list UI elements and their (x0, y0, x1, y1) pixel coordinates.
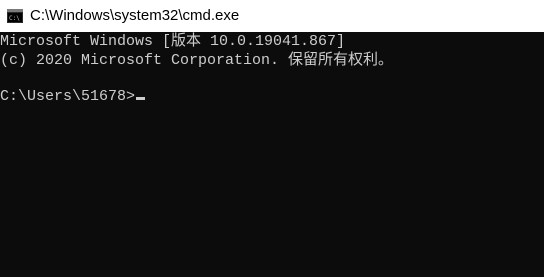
title-bar[interactable]: C:\ C:\Windows\system32\cmd.exe (0, 0, 544, 32)
console-line-copyright: (c) 2020 Microsoft Corporation. 保留所有权利。 (0, 52, 394, 69)
text-cursor (136, 97, 146, 100)
window-title: C:\Windows\system32\cmd.exe (30, 7, 240, 24)
command-prompt-line[interactable]: C:\Users\51678> (0, 87, 146, 106)
prompt-path: C:\Users\51678> (0, 88, 136, 105)
console-output[interactable]: Microsoft Windows [版本 10.0.19041.867] (c… (0, 32, 544, 277)
svg-text:C:\: C:\ (9, 15, 20, 22)
cmd-window: C:\ C:\Windows\system32\cmd.exe Microsof… (0, 0, 544, 277)
console-line-version: Microsoft Windows [版本 10.0.19041.867] (0, 33, 346, 50)
console-icon: C:\ (7, 9, 23, 23)
